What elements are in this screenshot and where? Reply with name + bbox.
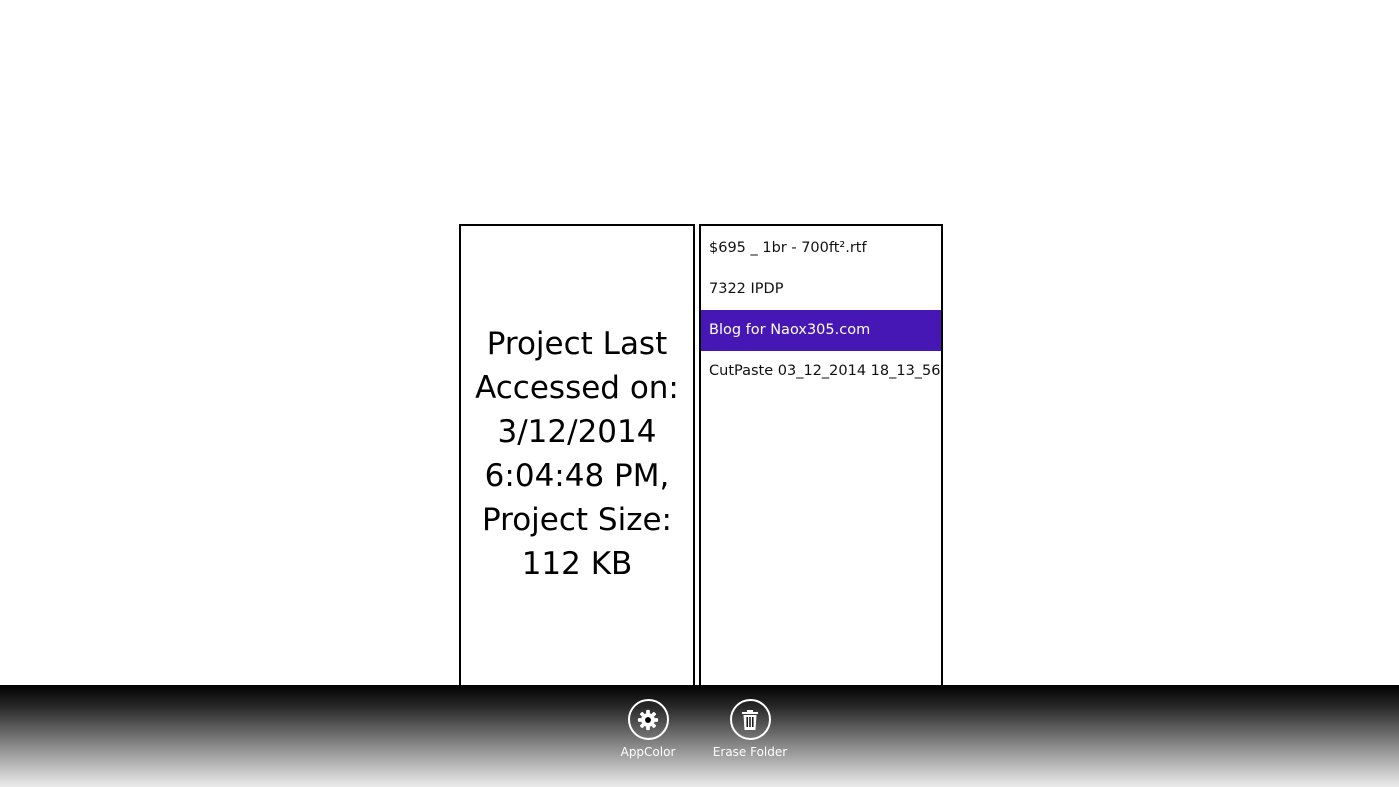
list-item-label: $695 _ 1br - 700ft².rtf [709, 240, 867, 256]
project-info-panel: Project Last Accessed on: 3/12/2014 6:04… [459, 224, 695, 686]
list-item-label: Blog for Naox305.com [709, 322, 871, 338]
app-page: Project Last Accessed on: 3/12/2014 6:04… [0, 0, 1399, 787]
project-info-text: Project Last Accessed on: 3/12/2014 6:04… [475, 326, 679, 582]
app-bar: AppColor Erase Folder [0, 685, 1399, 787]
list-item-label: CutPaste 03_12_2014 18_13_56 [709, 363, 941, 379]
app-color-label: AppColor [620, 745, 676, 759]
list-item-label: 7322 IPDP [709, 281, 784, 297]
trash-icon [729, 699, 771, 740]
list-item[interactable]: CutPaste 03_12_2014 18_13_56 [701, 351, 941, 392]
app-color-button[interactable]: AppColor [598, 699, 698, 759]
project-list[interactable]: $695 _ 1br - 700ft².rtf 7322 IPDP Blog f… [699, 224, 943, 686]
list-item[interactable]: Blog for Naox305.com [701, 310, 941, 351]
gear-icon [627, 699, 669, 740]
erase-folder-label: Erase Folder [712, 745, 788, 759]
erase-folder-button[interactable]: Erase Folder [700, 699, 800, 759]
list-item[interactable]: 7322 IPDP [701, 269, 941, 310]
list-item[interactable]: $695 _ 1br - 700ft².rtf [701, 228, 941, 269]
